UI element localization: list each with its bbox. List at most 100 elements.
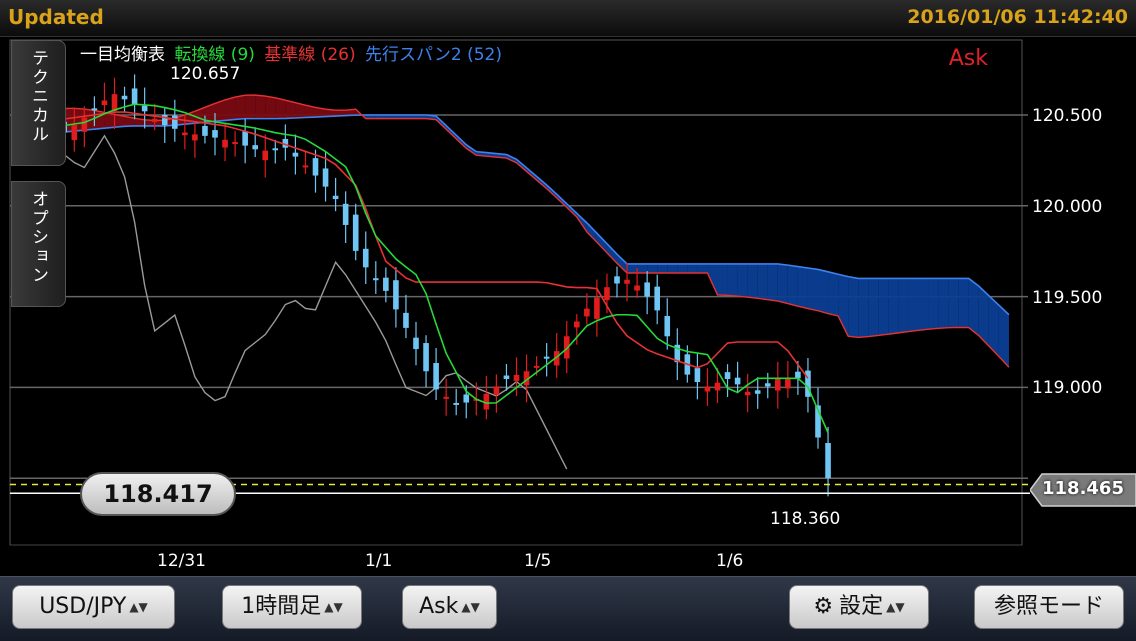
low-price-label: 118.360 — [770, 509, 841, 529]
cloud-segment — [667, 263, 678, 273]
timeframe-label: 1時間足 — [241, 594, 322, 619]
candle-body — [71, 125, 78, 141]
y-tick-label: 119.000 — [1032, 378, 1103, 398]
cloud-segment — [938, 278, 949, 329]
cloud-segment — [757, 263, 768, 300]
side-label: Ask — [419, 594, 459, 619]
cloud-segment — [265, 96, 276, 119]
chart-legend: 一目均衡表 転換線 (9) 基準線 (26) 先行スパン2 (52) — [80, 40, 506, 65]
legend-tenkan: 転換線 (9) — [174, 45, 255, 65]
updown-icon: ▲▼ — [886, 600, 905, 614]
candle-body — [322, 168, 329, 187]
candle-body — [141, 105, 148, 112]
symbol-select[interactable]: USD/JPY ▲▼ — [12, 585, 175, 629]
candle-body — [443, 396, 449, 399]
candle-body — [594, 297, 600, 319]
candle-body — [262, 150, 269, 161]
x-tick-label: 12/31 — [157, 551, 206, 571]
cloud-segment — [275, 97, 286, 119]
candle-body — [151, 118, 158, 122]
candle-body — [423, 343, 429, 372]
high-price-label: 120.657 — [170, 64, 241, 84]
cloud-segment — [737, 263, 748, 298]
settings-button[interactable]: ⚙ 設定 ▲▼ — [789, 585, 929, 629]
tab-technical[interactable]: テクニカル — [11, 40, 66, 166]
cloud-segment — [958, 278, 969, 328]
x-tick-label: 1/1 — [365, 551, 393, 571]
candle-body — [704, 386, 711, 392]
cloud-segment — [225, 97, 236, 121]
legend-title: 一目均衡表 — [80, 45, 165, 65]
candle-body — [242, 131, 248, 146]
updown-icon: ▲▼ — [324, 600, 343, 614]
bottom-toolbar: USD/JPY ▲▼ 1時間足 ▲▼ Ask ▲▼ ⚙ 設定 ▲▼ 参照モード — [0, 576, 1136, 641]
side-select[interactable]: Ask ▲▼ — [402, 585, 497, 629]
candle-body — [383, 277, 389, 291]
candle-body — [121, 95, 128, 100]
candle-body — [654, 286, 660, 311]
cloud-segment — [687, 263, 698, 273]
candle-body — [362, 248, 369, 268]
cloud-segment — [898, 278, 909, 333]
cloud-segment — [697, 263, 708, 273]
candle-body — [624, 279, 630, 284]
cloud-segment — [787, 265, 798, 307]
candle-body — [232, 142, 238, 145]
candle-body — [91, 108, 98, 111]
candle-body — [463, 394, 470, 403]
cloud-segment — [948, 278, 959, 328]
cloud-segment — [878, 278, 889, 336]
settings-label: 設定 — [839, 594, 884, 619]
candle-body — [694, 368, 701, 383]
cloud-segment — [807, 267, 818, 311]
candle-body — [413, 337, 419, 350]
candle-body — [614, 276, 620, 284]
x-tick-label: 1/5 — [524, 551, 552, 571]
tab-option[interactable]: オプション — [11, 181, 66, 307]
candle-body — [192, 134, 198, 141]
candle-body — [202, 125, 208, 136]
candle-body — [433, 363, 439, 390]
top-status-bar: Updated 2016/01/06 11:42:40 — [0, 0, 1136, 37]
updown-icon: ▲▼ — [129, 600, 148, 614]
candle-body — [513, 374, 520, 381]
cloud-segment — [245, 95, 256, 119]
x-tick-label: 1/6 — [716, 551, 744, 571]
candle-body — [634, 285, 640, 291]
cloud-segment — [968, 278, 979, 336]
cloud-segment — [888, 278, 899, 335]
candle-body — [543, 356, 550, 359]
cloud-segment — [777, 263, 788, 304]
candle-body — [393, 280, 399, 310]
candle-body — [503, 375, 510, 379]
timestamp: 2016/01/06 11:42:40 — [907, 6, 1128, 28]
y-tick-label: 120.000 — [1032, 197, 1103, 217]
cloud-segment — [255, 95, 266, 119]
candle-body — [312, 158, 319, 176]
cloud-segment — [647, 263, 658, 273]
symbol-label: USD/JPY — [39, 594, 127, 619]
candle-body — [604, 287, 610, 301]
cloud-segment — [727, 263, 738, 297]
candle-body — [533, 365, 540, 368]
candle-body — [453, 402, 459, 405]
tab-technical-label: テクニカル — [28, 49, 48, 144]
candle-body — [644, 282, 650, 297]
cloud-segment — [828, 271, 839, 316]
cloud-segment — [627, 263, 638, 273]
candle-body — [352, 214, 359, 251]
y-tick-label: 119.500 — [1032, 288, 1103, 308]
candle-body — [493, 386, 500, 395]
cloud-segment — [657, 263, 668, 273]
update-status: Updated — [8, 5, 104, 29]
tab-option-label: オプション — [28, 190, 48, 285]
candle-body — [252, 145, 258, 150]
candle-body — [714, 382, 721, 391]
updown-icon: ▲▼ — [461, 600, 480, 614]
cloud-segment — [767, 263, 778, 302]
candle-body — [574, 321, 580, 328]
timeframe-select[interactable]: 1時間足 ▲▼ — [222, 585, 362, 629]
reference-mode-button[interactable]: 参照モード — [974, 585, 1124, 629]
candle-body — [111, 94, 118, 111]
y-tick-label: 120.500 — [1032, 106, 1103, 126]
